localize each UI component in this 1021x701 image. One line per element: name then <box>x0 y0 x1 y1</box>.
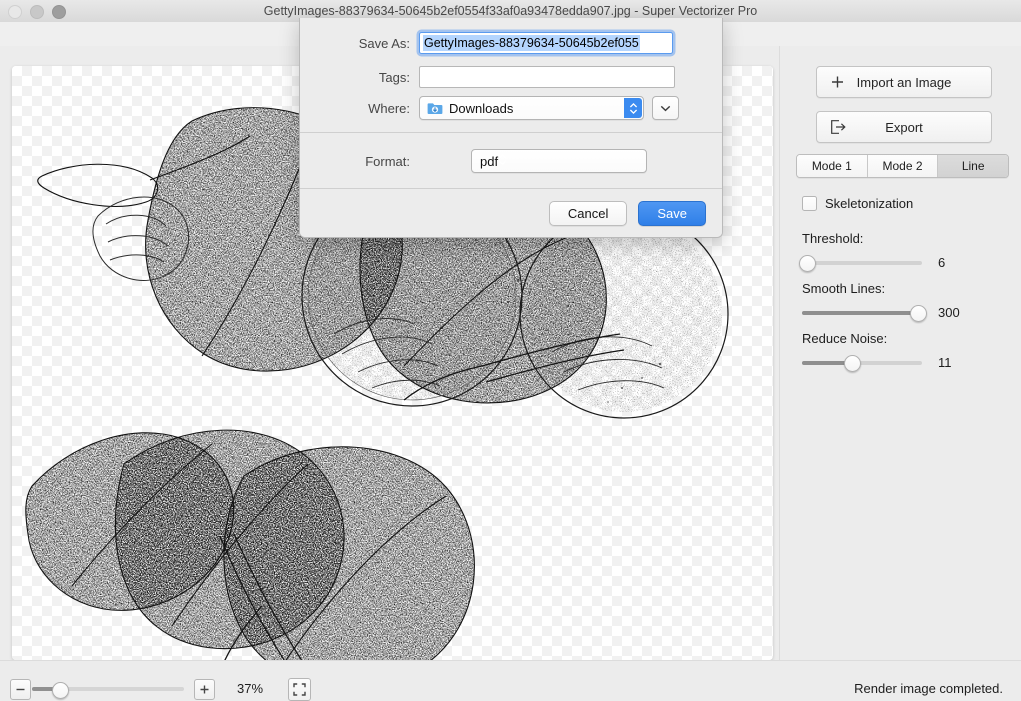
skeletonization-checkbox[interactable] <box>802 196 817 211</box>
zoom-slider-knob[interactable] <box>51 681 69 699</box>
where-label: Where: <box>368 100 410 116</box>
where-popup-button[interactable]: Downloads <box>419 96 644 120</box>
threshold-label: Threshold: <box>802 231 864 246</box>
status-message: Render image completed. <box>854 681 1003 696</box>
downloads-folder-icon <box>427 102 443 114</box>
smooth-lines-slider[interactable] <box>802 305 927 322</box>
save-as-input[interactable]: GettyImages-88379634-50645b2ef055 <box>419 32 673 54</box>
format-stepper-icon[interactable] <box>498 153 507 169</box>
threshold-slider-group: Threshold: 6 <box>799 231 1012 272</box>
threshold-slider-knob[interactable] <box>799 255 817 272</box>
save-as-value: GettyImages-88379634-50645b2ef055 <box>423 35 640 51</box>
plus-icon <box>831 76 844 89</box>
mode-segmented-control[interactable]: Mode 1 Mode 2 Line <box>796 154 1009 178</box>
threshold-slider[interactable] <box>799 255 922 272</box>
smooth-lines-slider-group: Smooth Lines: 300 <box>802 281 1012 322</box>
minus-icon <box>16 688 25 691</box>
tab-mode-2[interactable]: Mode 2 <box>867 155 939 177</box>
save-as-label: Save As: <box>358 35 410 51</box>
export-arrow-icon <box>831 120 846 134</box>
save-as-row: Save As: GettyImages-88379634-50645b2ef0… <box>326 32 673 54</box>
save-dialog-actions: Cancel Save <box>300 188 722 237</box>
export-button[interactable]: Export <box>816 111 992 143</box>
fit-to-screen-icon <box>293 683 306 696</box>
tab-mode-1[interactable]: Mode 1 <box>797 155 868 177</box>
smooth-lines-label: Smooth Lines: <box>802 281 886 296</box>
where-stepper-icon[interactable] <box>624 98 642 118</box>
reduce-noise-value: 11 <box>938 355 952 370</box>
smooth-lines-value: 300 <box>938 305 960 320</box>
where-value: Downloads <box>449 100 514 116</box>
tags-row: Tags: <box>326 66 675 88</box>
expand-browser-button[interactable] <box>652 96 679 120</box>
zoom-percent-label: 37% <box>236 681 264 696</box>
save-dialog: Save As: GettyImages-88379634-50645b2ef0… <box>299 18 723 238</box>
format-label: Format: <box>365 153 410 169</box>
tags-label: Tags: <box>378 69 410 85</box>
where-row: Where: Downloads <box>326 96 679 120</box>
reduce-noise-slider-group: Reduce Noise: 11 <box>802 331 1012 372</box>
export-label: Export <box>885 119 923 135</box>
reduce-noise-label: Reduce Noise: <box>802 331 888 346</box>
tab-line[interactable]: Line <box>938 155 1008 177</box>
plus-icon <box>200 685 209 694</box>
skeletonization-label: Skeletonization <box>825 196 914 211</box>
threshold-value: 6 <box>938 255 946 270</box>
tags-input[interactable] <box>419 66 675 88</box>
format-row: Format: pdf <box>326 149 647 173</box>
smooth-lines-slider-knob[interactable] <box>909 305 927 322</box>
format-popup-button[interactable]: pdf <box>471 149 647 173</box>
save-dialog-format-section: Format: pdf <box>300 132 722 188</box>
reduce-noise-slider[interactable] <box>802 355 922 372</box>
inspector-panel: Import an Image Export Mode 1 Mode 2 Lin… <box>779 46 1021 660</box>
zoom-in-button[interactable] <box>194 679 215 700</box>
zoom-out-button[interactable] <box>10 679 31 700</box>
import-image-label: Import an Image <box>856 74 952 90</box>
zoom-slider[interactable] <box>32 681 184 699</box>
skeletonization-row[interactable]: Skeletonization <box>802 196 913 211</box>
save-button[interactable]: Save <box>638 201 706 226</box>
save-dialog-fields: Save As: GettyImages-88379634-50645b2ef0… <box>300 18 722 132</box>
fit-to-screen-button[interactable] <box>288 678 311 701</box>
app-window: GettyImages-88379634-50645b2ef0554f33af0… <box>0 0 1021 701</box>
import-image-button[interactable]: Import an Image <box>816 66 992 98</box>
format-value: pdf <box>480 153 499 169</box>
reduce-noise-slider-knob[interactable] <box>843 355 861 372</box>
cancel-button[interactable]: Cancel <box>548 201 628 226</box>
chevron-down-icon <box>660 105 671 111</box>
